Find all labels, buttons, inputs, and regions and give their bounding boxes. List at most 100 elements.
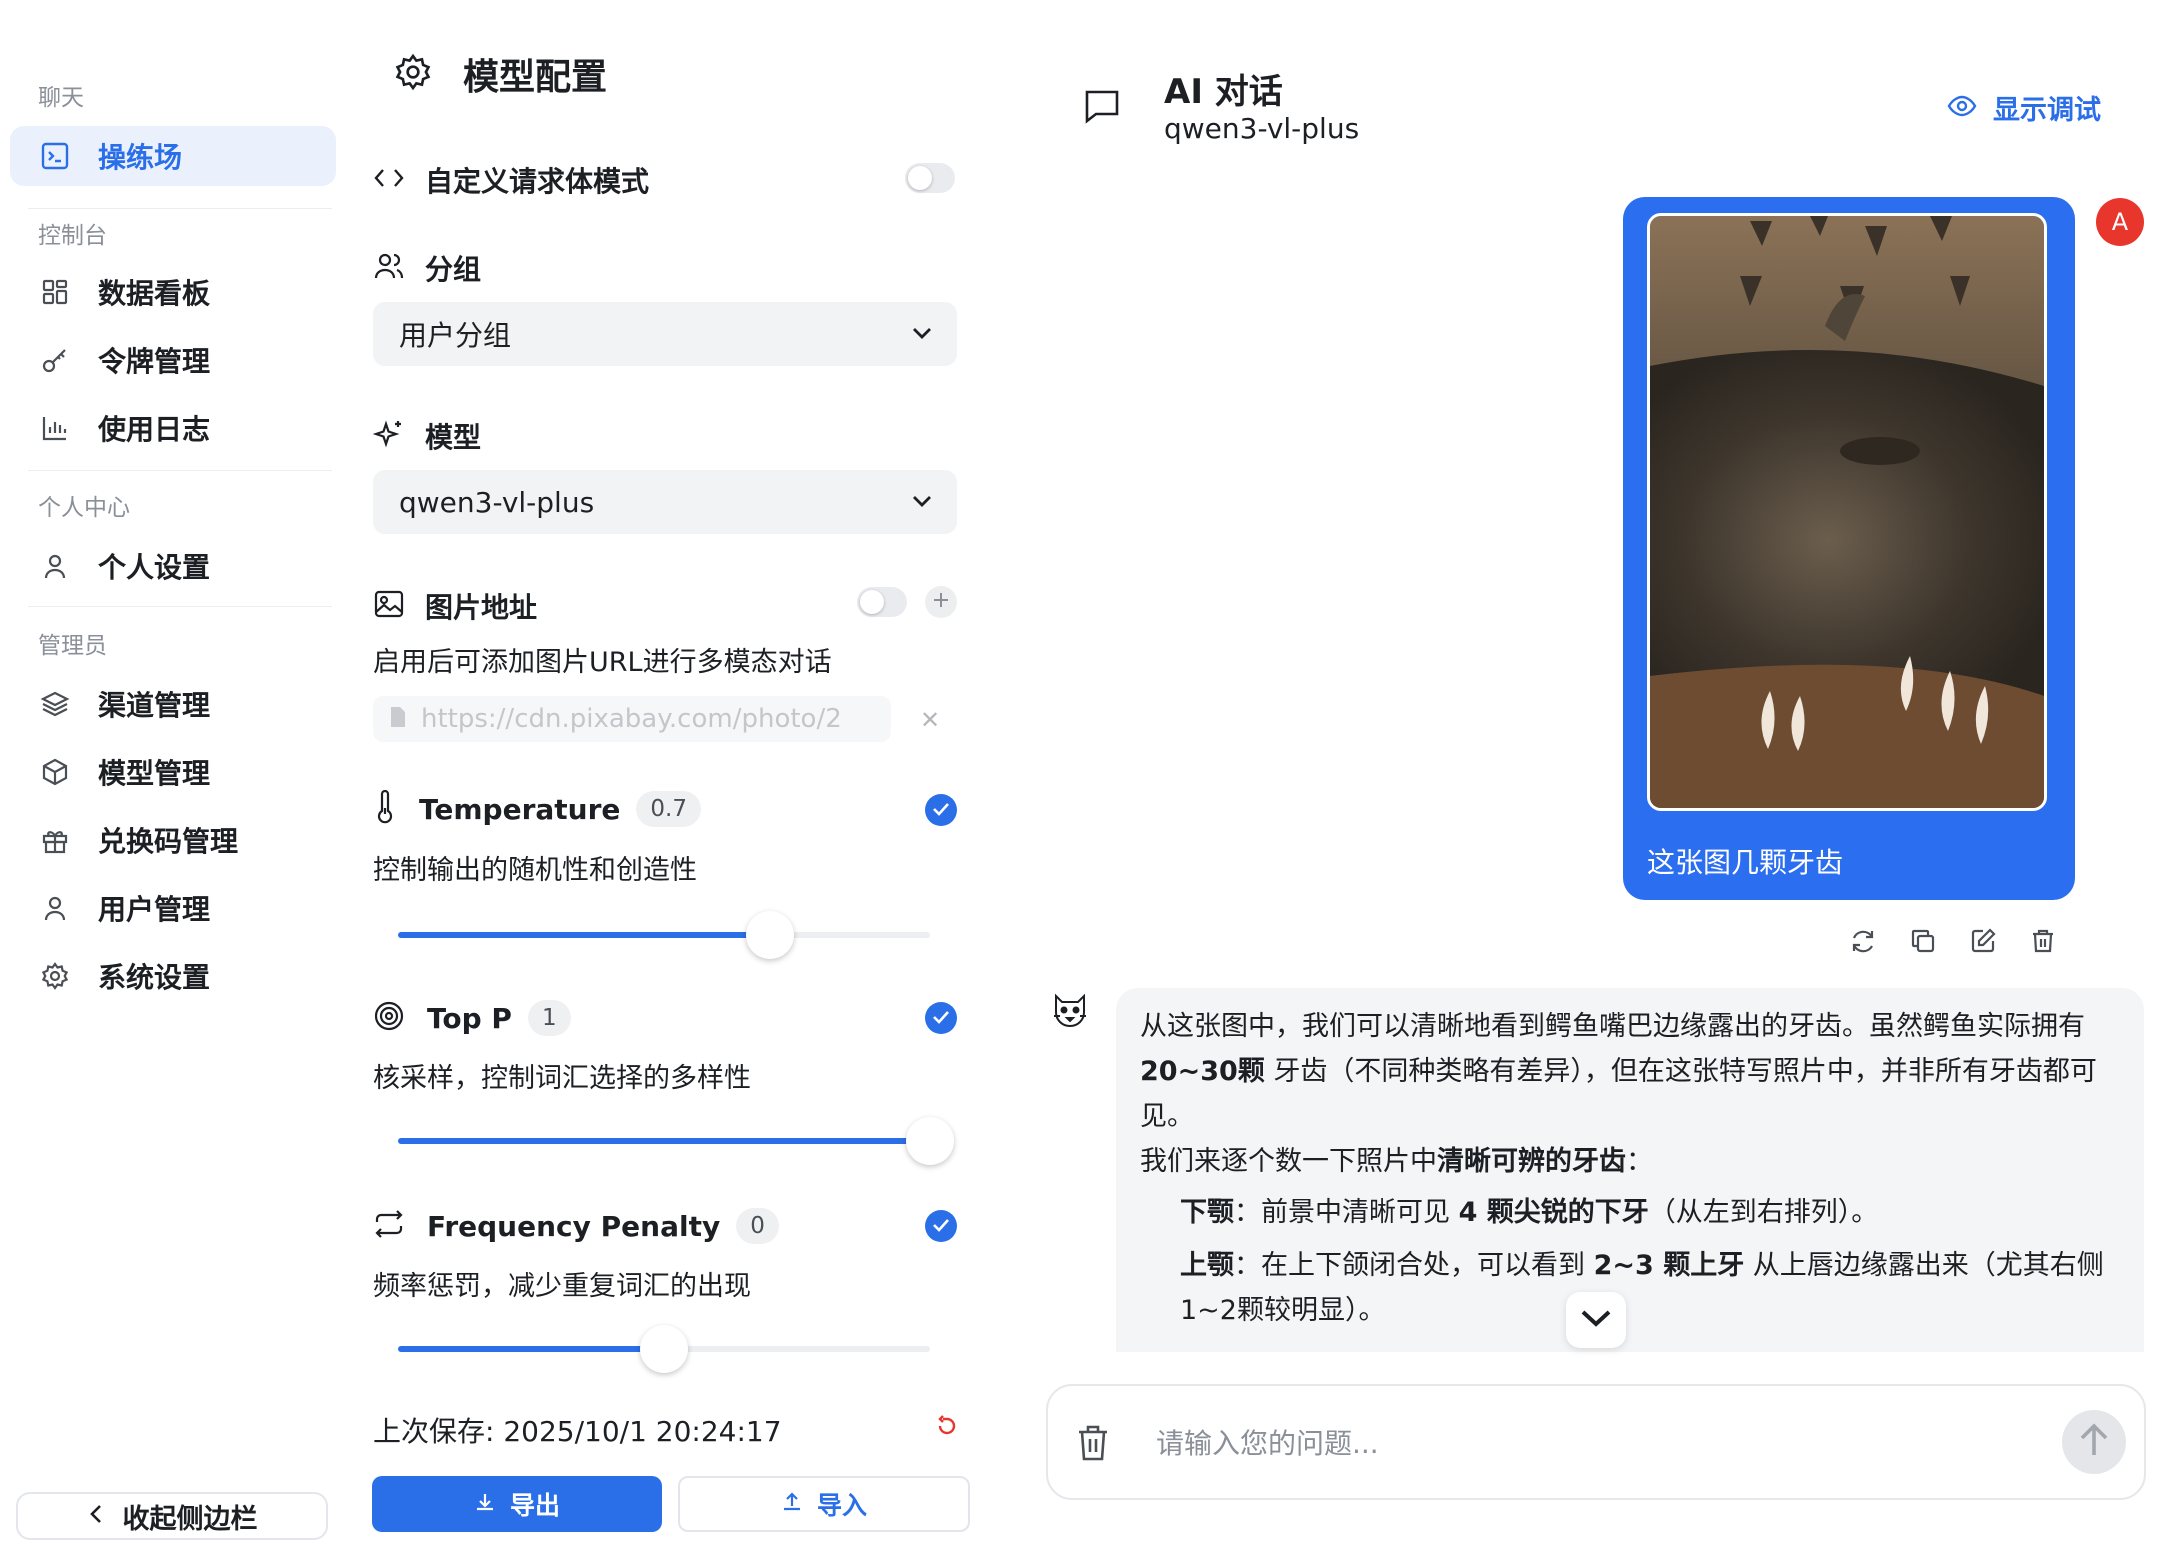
refresh-icon[interactable]	[1848, 926, 1878, 956]
sidebar-item-models[interactable]: 模型管理	[10, 742, 336, 802]
temperature-row: Temperature 0.7	[373, 789, 701, 828]
sidebar-item-label: 使用日志	[98, 413, 211, 446]
box-icon	[38, 755, 72, 789]
divider	[28, 606, 332, 607]
group-label: 分组	[425, 253, 482, 286]
text-run-bold: 4 颗尖锐的下牙	[1458, 1197, 1649, 1228]
reset-icon	[935, 1415, 959, 1442]
edit-icon[interactable]	[1968, 926, 1998, 956]
export-label: 导出	[509, 1491, 560, 1520]
temperature-label: Temperature	[419, 792, 621, 826]
sidebar-item-label: 数据看板	[98, 277, 211, 310]
sidebar-item-playground[interactable]: 操练场	[10, 126, 336, 186]
clear-image-url-button[interactable]: ✕	[920, 706, 940, 734]
group-row: 分组	[373, 248, 481, 288]
sidebar-item-users[interactable]: 用户管理	[10, 878, 336, 938]
slider-thumb[interactable]	[906, 1117, 954, 1165]
sidebar-item-tokens[interactable]: 令牌管理	[10, 330, 336, 390]
gift-icon	[38, 823, 72, 857]
trash-icon[interactable]	[2028, 926, 2058, 956]
user-icon	[38, 891, 72, 925]
group-select[interactable]: 用户分组	[373, 302, 957, 366]
sidebar-item-dashboard[interactable]: 数据看板	[10, 262, 336, 322]
gear-icon	[393, 52, 433, 96]
add-image-button[interactable]	[925, 586, 957, 618]
model-label: 模型	[425, 421, 482, 454]
scroll-to-bottom-button[interactable]	[1566, 1292, 1626, 1348]
message-square-icon	[1082, 86, 1122, 130]
frequency-penalty-slider[interactable]	[398, 1325, 930, 1373]
model-select-value: qwen3-vl-plus	[399, 485, 595, 519]
assistant-paragraph: 我们来逐个数一下照片中清晰可辨的牙齿：	[1140, 1139, 2120, 1184]
temperature-description: 控制输出的随机性和创造性	[373, 855, 697, 886]
temperature-enabled-checkbox[interactable]	[925, 794, 957, 826]
text-run-bold: 清晰可辨的牙齿	[1437, 1146, 1626, 1177]
slider-fill	[398, 932, 770, 938]
frequency-penalty-value-badge: 0	[736, 1208, 779, 1244]
top-p-slider[interactable]	[398, 1117, 954, 1165]
arrow-up-icon	[2077, 1422, 2111, 1462]
image-url-input[interactable]: https://cdn.pixabay.com/photo/2	[373, 696, 891, 742]
reset-button[interactable]	[935, 1414, 959, 1442]
chat-panel: AI 对话 qwen3-vl-plus 显示调试 这张图几颗牙齿 A 从这张图中…	[1030, 0, 2164, 1546]
upload-icon	[781, 1491, 803, 1517]
sidebar-item-label: 渠道管理	[98, 689, 211, 722]
text-run: （从左到右排列）。	[1648, 1197, 1879, 1228]
dashboard-icon	[38, 275, 72, 309]
check-icon	[932, 1217, 950, 1236]
sidebar-item-system-settings[interactable]: 系统设置	[10, 946, 336, 1006]
section-label-console: 控制台	[38, 223, 107, 249]
assistant-paragraph: 从这张图中，我们可以清晰地看到鳄鱼嘴巴边缘露出的牙齿。虽然鳄鱼实际拥有 20~30…	[1140, 1004, 2120, 1139]
top-p-value-badge: 1	[527, 1000, 571, 1036]
sidebar-item-logs[interactable]: 使用日志	[10, 398, 336, 458]
sidebar-item-label: 令牌管理	[98, 345, 211, 378]
show-debug-button[interactable]: 显示调试	[1947, 88, 2101, 127]
section-label-admin: 管理员	[38, 633, 107, 659]
download-icon	[474, 1491, 496, 1517]
model-select[interactable]: qwen3-vl-plus	[373, 470, 957, 534]
top-p-enabled-checkbox[interactable]	[925, 1002, 957, 1034]
section-label-personal: 个人中心	[38, 495, 130, 521]
plus-icon	[932, 591, 950, 613]
slider-fill	[398, 1346, 664, 1352]
chevron-down-icon	[1579, 1307, 1613, 1333]
collapse-sidebar-button[interactable]: 收起侧边栏	[16, 1492, 328, 1540]
section-label-chat: 聊天	[38, 85, 84, 111]
users-icon	[373, 251, 405, 285]
last-saved-text: 上次保存: 2025/10/1 20:24:17	[373, 1415, 782, 1448]
temperature-slider[interactable]	[398, 911, 930, 959]
frequency-penalty-row: Frequency Penalty 0	[373, 1208, 779, 1244]
chat-input[interactable]	[1156, 1416, 2006, 1470]
text-run: ：在上下颌闭合处，可以看到	[1234, 1250, 1594, 1281]
clear-chat-trash-icon[interactable]	[1076, 1424, 1110, 1466]
bot-avatar-icon	[1050, 990, 1090, 1030]
text-run-bold: 20~30颗	[1140, 1056, 1265, 1087]
chevron-down-icon	[909, 320, 935, 350]
attached-image[interactable]	[1647, 213, 2047, 811]
chevron-down-icon	[909, 488, 935, 518]
user-message-text: 这张图几颗牙齿	[1647, 846, 1844, 879]
slider-thumb[interactable]	[640, 1325, 688, 1373]
text-run: 我们来逐个数一下照片中	[1140, 1146, 1437, 1177]
image-url-description: 启用后可添加图片URL进行多模态对话	[373, 647, 832, 678]
user-icon	[38, 549, 72, 583]
divider	[28, 470, 332, 471]
frequency-penalty-enabled-checkbox[interactable]	[925, 1210, 957, 1242]
user-message-bubble: 这张图几颗牙齿	[1623, 197, 2075, 900]
user-avatar[interactable]: A	[2096, 198, 2144, 246]
copy-icon[interactable]	[1908, 926, 1938, 956]
text-run: ：前景中清晰可见	[1234, 1197, 1459, 1228]
custom-body-toggle[interactable]	[905, 163, 955, 193]
sidebar-item-redeem-codes[interactable]: 兑换码管理	[10, 810, 336, 870]
image-url-toggle[interactable]	[857, 587, 907, 617]
slider-thumb[interactable]	[746, 911, 794, 959]
send-button[interactable]	[2062, 1410, 2126, 1474]
sidebar-item-label: 模型管理	[98, 757, 211, 790]
export-button[interactable]: 导出	[372, 1476, 662, 1532]
list-item: 下颚：前景中清晰可见 4 颗尖锐的下牙（从左到右排列）。	[1180, 1190, 2120, 1235]
file-icon	[389, 706, 407, 732]
sidebar-item-personal-settings[interactable]: 个人设置	[10, 536, 336, 596]
import-button[interactable]: 导入	[678, 1476, 970, 1532]
layers-icon	[38, 687, 72, 721]
sidebar-item-channels[interactable]: 渠道管理	[10, 674, 336, 734]
